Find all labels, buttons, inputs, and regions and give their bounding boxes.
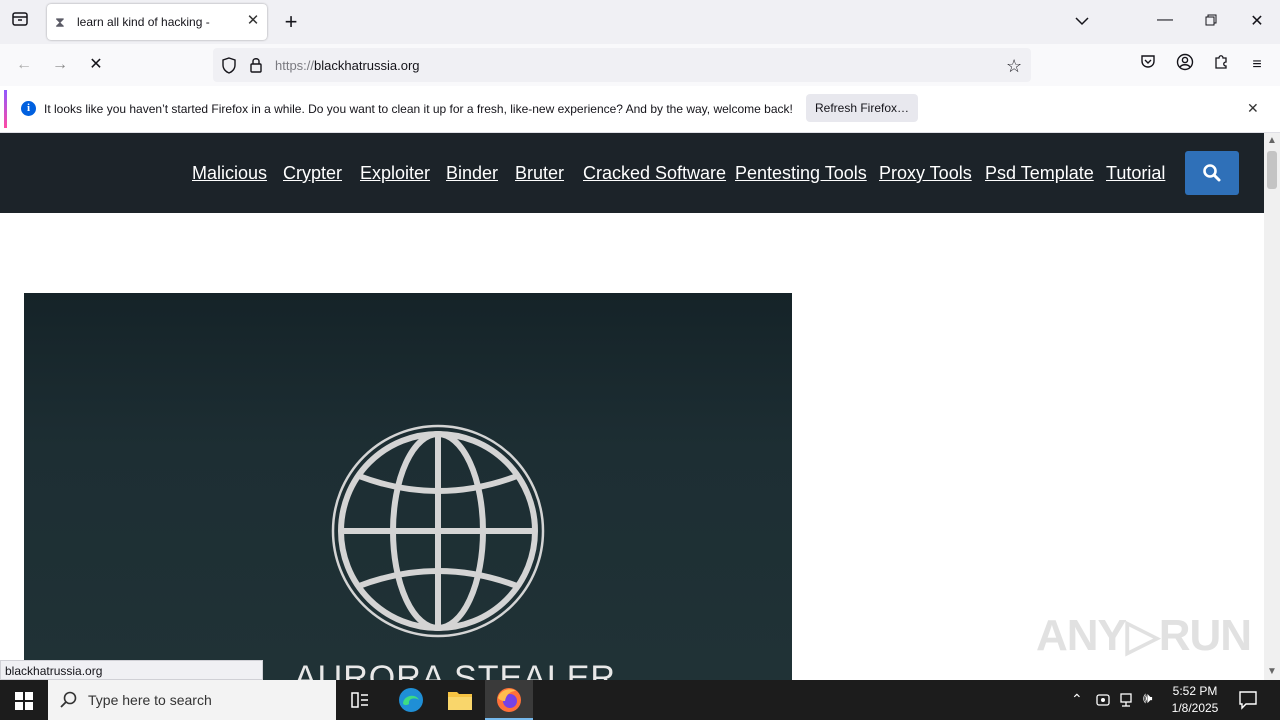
search-icon (60, 691, 78, 714)
restore-icon[interactable] (1197, 10, 1225, 34)
network-icon[interactable] (1119, 692, 1135, 711)
nav-link-malicious[interactable]: Malicious (192, 163, 267, 184)
account-icon[interactable] (1171, 53, 1199, 77)
close-tab-icon[interactable]: ✕ (243, 11, 263, 31)
browser-tab[interactable]: ⧗ learn all kind of hacking - ✕ (47, 4, 267, 40)
show-hidden-icons-chevron-icon[interactable]: ⌃ (1071, 691, 1083, 708)
taskbar-search-box[interactable]: Type here to search (48, 680, 336, 720)
hamburger-menu-icon[interactable]: ≡ (1243, 53, 1271, 77)
task-view-icon[interactable] (350, 691, 370, 714)
windows-taskbar: Type here to search ⌃ 🕪 5:52 PM 1/8/2025 (0, 680, 1280, 720)
url-bar[interactable]: https://blackhatrussia.org ☆ (213, 48, 1031, 82)
notification-message: It looks like you haven’t started Firefo… (44, 102, 793, 116)
taskbar-search-placeholder: Type here to search (88, 692, 212, 708)
firefox-view-icon[interactable] (6, 10, 34, 34)
notification-accent (4, 90, 7, 128)
taskbar-clock[interactable]: 5:52 PM 1/8/2025 (1168, 684, 1222, 715)
firefox-taskbar-button[interactable] (485, 680, 533, 720)
extensions-puzzle-icon[interactable] (1207, 53, 1235, 77)
globe-logo (331, 424, 545, 638)
clock-time: 5:52 PM (1172, 684, 1218, 698)
loading-hourglass-icon: ⧗ (55, 14, 65, 30)
back-arrow-icon[interactable]: ← (10, 53, 38, 77)
tracking-shield-icon[interactable] (221, 57, 237, 79)
url-scheme: https:// (275, 58, 315, 73)
anyrun-watermark: ANY▷RUN (1036, 611, 1252, 660)
url-domain: blackhatrussia.org (314, 58, 420, 73)
firefox-icon (497, 688, 521, 712)
nav-link-psd-template[interactable]: Psd Template (985, 163, 1094, 184)
new-tab-icon[interactable]: + (277, 10, 305, 34)
refresh-firefox-button[interactable]: Refresh Firefox… (806, 94, 918, 122)
scrollbar-thumb[interactable] (1267, 151, 1277, 189)
page-scrollbar[interactable]: ▲ ▼ (1264, 133, 1280, 680)
featured-post-image[interactable]: AURORA STEALER (24, 293, 792, 680)
navigation-toolbar: ← → ✕ https://blackhatrussia.org ☆ ≡ (0, 44, 1280, 87)
search-icon (1203, 164, 1221, 182)
nav-link-pentesting-tools[interactable]: Pentesting Tools (735, 163, 867, 184)
forward-arrow-icon[interactable]: → (46, 53, 74, 77)
meet-now-icon[interactable] (1095, 692, 1111, 711)
action-center-icon[interactable] (1238, 690, 1258, 715)
nav-link-bruter[interactable]: Bruter (515, 163, 564, 184)
list-tabs-chevron-icon[interactable] (1068, 10, 1096, 34)
clock-date: 1/8/2025 (1171, 701, 1219, 715)
scroll-up-arrow-icon[interactable]: ▲ (1267, 135, 1277, 146)
nav-link-binder[interactable]: Binder (446, 163, 498, 184)
tab-title: learn all kind of hacking - (77, 15, 210, 29)
file-explorer-icon[interactable] (447, 689, 473, 716)
volume-icon[interactable]: 🕪 (1143, 690, 1152, 707)
site-navigation: Malicious Crypter Exploiter Binder Brute… (0, 133, 1264, 213)
window-close-icon[interactable]: ✕ (1243, 10, 1271, 34)
nav-link-proxy-tools[interactable]: Proxy Tools (879, 163, 972, 184)
url-text[interactable]: https://blackhatrussia.org (275, 58, 420, 73)
hero-title: AURORA STEALER (294, 659, 616, 680)
info-icon: i (21, 101, 36, 116)
notification-bar: i It looks like you haven’t started Fire… (0, 86, 1280, 133)
pocket-icon[interactable] (1134, 53, 1162, 77)
edge-browser-icon[interactable] (398, 687, 424, 718)
stop-loading-icon[interactable]: ✕ (82, 53, 110, 77)
nav-link-crypter[interactable]: Crypter (283, 163, 342, 184)
lock-icon[interactable] (249, 57, 263, 78)
nav-link-cracked-software[interactable]: Cracked Software (583, 163, 726, 184)
nav-link-tutorial[interactable]: Tutorial (1106, 163, 1165, 184)
site-search-button[interactable] (1185, 151, 1239, 195)
windows-start-icon[interactable] (15, 692, 33, 715)
status-link-preview: blackhatrussia.org (0, 660, 263, 680)
minimize-icon[interactable]: — (1151, 8, 1179, 32)
scroll-down-arrow-icon[interactable]: ▼ (1267, 666, 1277, 677)
close-notification-icon[interactable]: ✕ (1247, 100, 1259, 117)
bookmark-star-icon[interactable]: ☆ (1006, 56, 1022, 77)
nav-link-exploiter[interactable]: Exploiter (360, 163, 430, 184)
tab-strip: ⧗ learn all kind of hacking - ✕ + — ✕ (0, 0, 1280, 44)
